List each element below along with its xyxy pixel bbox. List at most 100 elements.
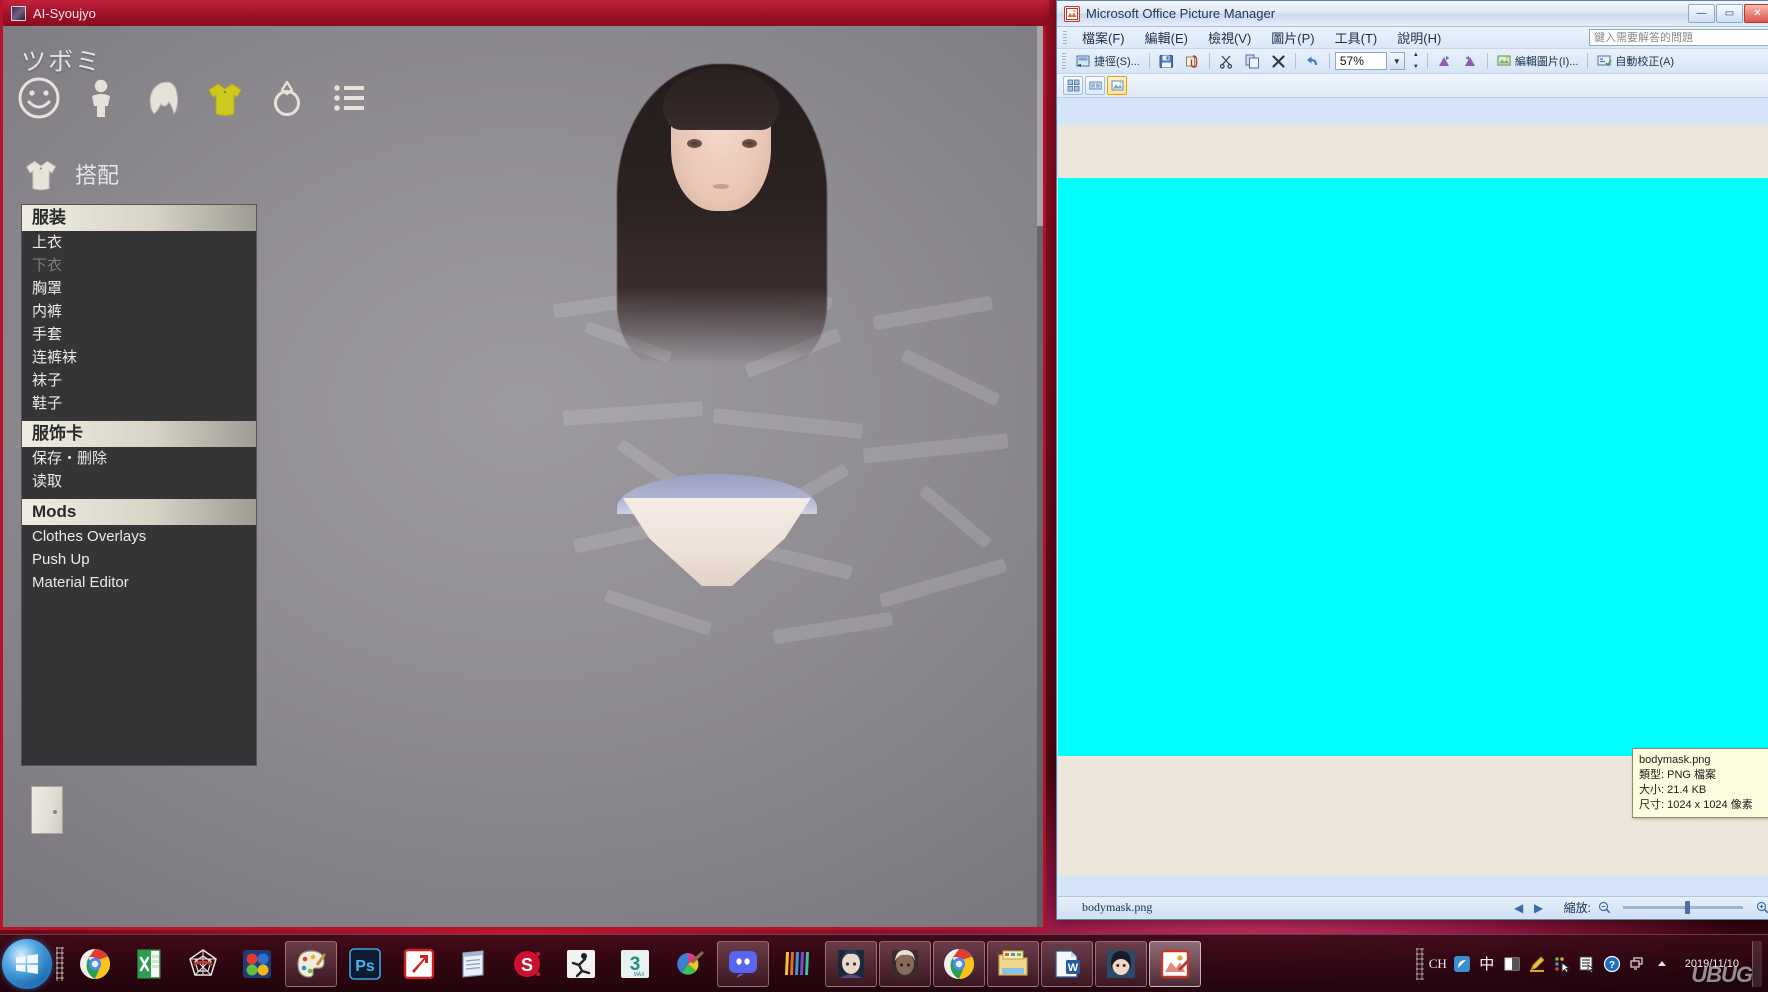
spinner-down-icon[interactable]: ▼ bbox=[1410, 64, 1422, 70]
menu-header-clothing: 服装 bbox=[22, 205, 256, 231]
menu-item-bra[interactable]: 胸罩 bbox=[22, 277, 256, 300]
taskbar-paint[interactable] bbox=[285, 941, 337, 987]
menu-item-shoes[interactable]: 鞋子 bbox=[22, 392, 256, 415]
body-icon[interactable] bbox=[77, 74, 125, 122]
rotate-left-button[interactable] bbox=[1433, 51, 1456, 71]
single-picture-view-tab[interactable] bbox=[1107, 76, 1127, 95]
menu-item-gloves[interactable]: 手套 bbox=[22, 323, 256, 346]
tray-language-code[interactable]: CH bbox=[1429, 956, 1447, 972]
hair-icon[interactable] bbox=[139, 74, 187, 122]
menu-item-material-editor[interactable]: Material Editor bbox=[22, 571, 256, 594]
zoom-spinner[interactable]: ▲ ▼ bbox=[1410, 52, 1422, 70]
menu-view[interactable]: 檢視(V) bbox=[1199, 26, 1260, 49]
taskbar-runner[interactable] bbox=[555, 941, 607, 987]
taskbar-spider[interactable] bbox=[177, 941, 229, 987]
menu-file[interactable]: 檔案(F) bbox=[1073, 26, 1134, 49]
previous-image-button[interactable]: ◀ bbox=[1512, 901, 1526, 915]
taskbar-avatar[interactable] bbox=[1095, 941, 1147, 987]
edit-pictures-button[interactable]: 編輯圖片(I)... bbox=[1493, 51, 1583, 71]
save-button[interactable] bbox=[1155, 51, 1178, 71]
menu-edit[interactable]: 編輯(E) bbox=[1136, 26, 1197, 49]
ime-chinese-icon[interactable]: 中 bbox=[1477, 954, 1497, 974]
taskbar-photoshop[interactable]: Ps bbox=[339, 941, 391, 987]
clothes-icon[interactable] bbox=[201, 74, 249, 122]
tray-expand-icon[interactable] bbox=[1652, 954, 1672, 974]
ime-pen-icon[interactable] bbox=[1527, 954, 1547, 974]
minimize-button[interactable]: — bbox=[1688, 4, 1715, 23]
svg-text:S: S bbox=[521, 955, 533, 975]
zoom-in-button[interactable] bbox=[1755, 901, 1768, 915]
list-icon[interactable] bbox=[325, 74, 373, 122]
accessory-ring-icon[interactable] bbox=[263, 74, 311, 122]
ime-halfwidth-icon[interactable] bbox=[1502, 954, 1522, 974]
menu-help[interactable]: 說明(H) bbox=[1388, 26, 1450, 49]
taskbar-notepad[interactable] bbox=[447, 941, 499, 987]
show-desktop-button[interactable] bbox=[1752, 941, 1762, 987]
shortcut-button[interactable]: 捷徑(S)... bbox=[1072, 51, 1144, 71]
menu-tools[interactable]: 工具(T) bbox=[1326, 26, 1387, 49]
door-exit-button[interactable] bbox=[31, 786, 63, 834]
menu-item-load[interactable]: 读取 bbox=[22, 470, 256, 493]
taskbar-colorpicker[interactable] bbox=[231, 941, 283, 987]
taskbar-anime-2[interactable] bbox=[879, 941, 931, 987]
zoom-slider-thumb[interactable] bbox=[1685, 901, 1690, 914]
start-button[interactable] bbox=[2, 939, 52, 989]
help-icon[interactable]: ? bbox=[1602, 954, 1622, 974]
scrollbar-thumb[interactable] bbox=[1037, 26, 1043, 226]
menu-item-top[interactable]: 上衣 bbox=[22, 231, 256, 254]
taskbar-chrome[interactable] bbox=[69, 941, 121, 987]
close-button[interactable]: ✕ bbox=[1744, 4, 1768, 23]
ime-toolbox-icon[interactable] bbox=[1552, 954, 1572, 974]
ime-notes-icon[interactable] bbox=[1577, 954, 1597, 974]
image-preview[interactable] bbox=[1058, 178, 1768, 756]
zoom-slider[interactable] bbox=[1623, 906, 1743, 909]
taskbar-palette[interactable] bbox=[663, 941, 715, 987]
taskbar-red-arrow[interactable] bbox=[393, 941, 445, 987]
autocorrect-button[interactable]: 自動校正(A) bbox=[1593, 51, 1678, 71]
picture-manager-titlebar[interactable]: Microsoft Office Picture Manager — ▭ ✕ bbox=[1057, 1, 1768, 27]
taskbar-s-app[interactable]: S bbox=[501, 941, 553, 987]
taskbar-clock[interactable]: 2019/11/10 bbox=[1677, 957, 1747, 971]
taskbar-chrome-2[interactable] bbox=[933, 941, 985, 987]
tray-divider[interactable] bbox=[1416, 948, 1424, 980]
menu-item-push-up[interactable]: Push Up bbox=[22, 548, 256, 571]
ask-question-input[interactable]: 鍵入需要解答的問題 bbox=[1589, 29, 1768, 46]
svg-text:?: ? bbox=[1609, 960, 1615, 971]
taskbar-word[interactable]: W bbox=[1041, 941, 1093, 987]
ime-logo-icon[interactable] bbox=[1452, 954, 1472, 974]
copy-shortcut-button[interactable] bbox=[1181, 51, 1204, 71]
menu-item-clothes-overlays[interactable]: Clothes Overlays bbox=[22, 525, 256, 548]
game-viewport-scrollbar[interactable] bbox=[1037, 26, 1043, 927]
taskbar-stripes[interactable] bbox=[771, 941, 823, 987]
menu-item-pantyhose[interactable]: 连裤袜 bbox=[22, 346, 256, 369]
spinner-up-icon[interactable]: ▲ bbox=[1410, 52, 1422, 58]
taskbar-3dsmax[interactable]: 3 MAX bbox=[609, 941, 661, 987]
taskbar-picture-manager[interactable] bbox=[1149, 941, 1201, 987]
menu-item-panties[interactable]: 内裤 bbox=[22, 300, 256, 323]
next-image-button[interactable]: ▶ bbox=[1532, 901, 1546, 915]
copy-button[interactable] bbox=[1241, 51, 1264, 71]
thumbnail-view-tab[interactable] bbox=[1063, 76, 1083, 95]
zoom-level-input[interactable]: 57% bbox=[1335, 52, 1387, 70]
menu-picture[interactable]: 圖片(P) bbox=[1262, 26, 1323, 49]
delete-button[interactable] bbox=[1267, 51, 1290, 71]
cut-button[interactable] bbox=[1215, 51, 1238, 71]
taskbar-explorer[interactable] bbox=[987, 941, 1039, 987]
menu-item-socks[interactable]: 袜子 bbox=[22, 369, 256, 392]
taskbar-grip[interactable] bbox=[56, 947, 64, 981]
toolbar-grip[interactable] bbox=[1062, 53, 1066, 69]
rotate-right-button[interactable] bbox=[1459, 51, 1482, 71]
filmstrip-view-tab[interactable] bbox=[1085, 76, 1105, 95]
taskbar-anime-1[interactable] bbox=[825, 941, 877, 987]
maximize-button[interactable]: ▭ bbox=[1716, 4, 1743, 23]
taskbar-discord[interactable] bbox=[717, 941, 769, 987]
taskbar-excel[interactable] bbox=[123, 941, 175, 987]
undo-button[interactable] bbox=[1301, 51, 1324, 71]
menubar-grip[interactable] bbox=[1063, 31, 1067, 45]
zoom-out-button[interactable] bbox=[1597, 901, 1611, 915]
menu-item-save-delete[interactable]: 保存・删除 bbox=[22, 447, 256, 470]
tray-restore-icon[interactable] bbox=[1627, 954, 1647, 974]
picture-manager-canvas[interactable]: bodymask.png 類型: PNG 檔案 大小: 21.4 KB 尺寸: … bbox=[1058, 125, 1768, 876]
zoom-dropdown-arrow-icon[interactable]: ▼ bbox=[1390, 52, 1405, 70]
face-icon[interactable] bbox=[15, 74, 63, 122]
